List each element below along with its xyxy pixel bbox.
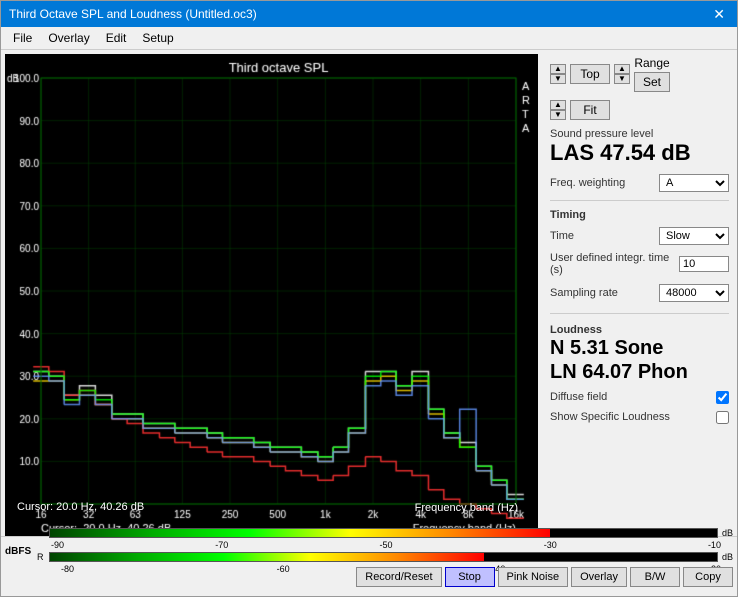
divider2: [550, 313, 729, 314]
copy-button[interactable]: Copy: [683, 567, 733, 587]
overlay-button[interactable]: Overlay: [571, 567, 627, 587]
loudness-label: Loudness: [550, 324, 729, 336]
meter-row-r: R dB: [37, 552, 733, 562]
diffuse-field-row: Diffuse field: [550, 391, 729, 404]
pink-noise-button[interactable]: Pink Noise: [498, 567, 569, 587]
set-button[interactable]: Set: [634, 72, 670, 92]
menu-bar: File Overlay Edit Setup: [1, 27, 737, 50]
meter-row-l: L dB: [37, 528, 733, 538]
loudness-ln-value: LN 64.07 Phon: [550, 360, 729, 384]
time-select[interactable]: SlowFast: [659, 227, 729, 245]
db-suffix-l: dB: [722, 528, 733, 538]
spl-value: LAS 47.54 dB: [550, 140, 729, 166]
window-title: Third Octave SPL and Loudness (Untitled.…: [9, 7, 257, 21]
loudness-section: Loudness N 5.31 Sone LN 64.07 Phon: [550, 324, 729, 384]
divider1: [550, 200, 729, 201]
cursor-info: Cursor: 20.0 Hz, 40.26 dB: [9, 500, 152, 514]
spl-section-label: Sound pressure level: [550, 128, 729, 140]
range-label: Range: [634, 56, 669, 70]
sampling-rate-label: Sampling rate: [550, 287, 655, 299]
time-label: Time: [550, 230, 655, 242]
db-suffix-r: dB: [722, 552, 733, 562]
channel-r-label: R: [37, 552, 47, 562]
show-specific-loudness-checkbox[interactable]: [716, 411, 729, 424]
menu-edit[interactable]: Edit: [98, 29, 135, 47]
spl-chart: [5, 54, 538, 536]
fit2-spinners: ▲ ▼: [550, 100, 566, 120]
meter-tick-n90: -90: [51, 540, 64, 550]
loudness-n-value: N 5.31 Sone: [550, 336, 729, 360]
meter-tick-n50: -50: [379, 540, 392, 550]
user-defined-label: User defined integr. time (s): [550, 252, 675, 276]
fit-down-btn[interactable]: ▼: [614, 74, 630, 84]
meter-tick-n10: -10: [708, 540, 721, 550]
freq-weighting-row: Freq. weighting ABCZ: [550, 174, 729, 192]
freq-weighting-select[interactable]: ABCZ: [659, 174, 729, 192]
stop-button[interactable]: Stop: [445, 567, 495, 587]
dbfs-label: dBFS: [5, 546, 35, 557]
fit-up-btn[interactable]: ▲: [614, 64, 630, 74]
sampling-rate-select[interactable]: 480004410096000: [659, 284, 729, 302]
user-defined-input[interactable]: [679, 256, 729, 272]
main-window: Third Octave SPL and Loudness (Untitled.…: [0, 0, 738, 597]
meter-tick-n70: -70: [215, 540, 228, 550]
menu-setup[interactable]: Setup: [134, 29, 181, 47]
meter-fill-l: [50, 529, 550, 537]
action-buttons-row: Record/Reset Stop Pink Noise Overlay B/W…: [1, 565, 737, 589]
top-button[interactable]: Top: [570, 64, 610, 84]
fit-spinners: ▲ ▼: [614, 64, 630, 84]
content-area: Cursor: 20.0 Hz, 40.26 dB Frequency band…: [1, 50, 737, 536]
menu-file[interactable]: File: [5, 29, 40, 47]
meter-bar-l: [49, 528, 718, 538]
freq-weighting-label: Freq. weighting: [550, 177, 655, 189]
record-reset-button[interactable]: Record/Reset: [356, 567, 441, 587]
user-defined-row: User defined integr. time (s): [550, 252, 729, 276]
fit2-down-btn[interactable]: ▼: [550, 110, 566, 120]
meter-bar-r: [49, 552, 718, 562]
time-row: Time SlowFast: [550, 227, 729, 245]
chart-wrapper: Cursor: 20.0 Hz, 40.26 dB Frequency band…: [5, 54, 538, 536]
meter-tick-n30: -30: [544, 540, 557, 550]
close-button[interactable]: ✕: [709, 6, 729, 23]
bw-button[interactable]: B/W: [630, 567, 680, 587]
freq-band-label: Frequency band (Hz): [415, 502, 518, 514]
top-down-btn[interactable]: ▼: [550, 74, 566, 84]
diffuse-field-checkbox[interactable]: [716, 391, 729, 404]
show-specific-loudness-row: Show Specific Loudness: [550, 411, 729, 424]
fit2-up-btn[interactable]: ▲: [550, 100, 566, 110]
menu-overlay[interactable]: Overlay: [40, 29, 97, 47]
show-specific-loudness-label: Show Specific Loudness: [550, 411, 712, 423]
timing-label: Timing: [550, 209, 729, 221]
top-spinners: ▲ ▼: [550, 64, 566, 84]
top-up-btn[interactable]: ▲: [550, 64, 566, 74]
side-panel: ▲ ▼ Top ▲ ▼ Range Set ▲ ▼ Fit: [542, 50, 737, 536]
fit-button[interactable]: Fit: [570, 100, 610, 120]
sampling-rate-row: Sampling rate 480004410096000: [550, 284, 729, 302]
spl-section: Sound pressure level LAS 47.54 dB: [550, 128, 729, 166]
meter-area: dBFS L dB -90 -70 -50 -30 -10 R: [1, 537, 737, 565]
bottom-bar: dBFS L dB -90 -70 -50 -30 -10 R: [1, 536, 737, 596]
meter-fill-r: [50, 553, 484, 561]
top-fit-controls: ▲ ▼ Top ▲ ▼ Range Set: [550, 56, 729, 92]
title-bar: Third Octave SPL and Loudness (Untitled.…: [1, 1, 737, 27]
diffuse-field-label: Diffuse field: [550, 391, 712, 403]
